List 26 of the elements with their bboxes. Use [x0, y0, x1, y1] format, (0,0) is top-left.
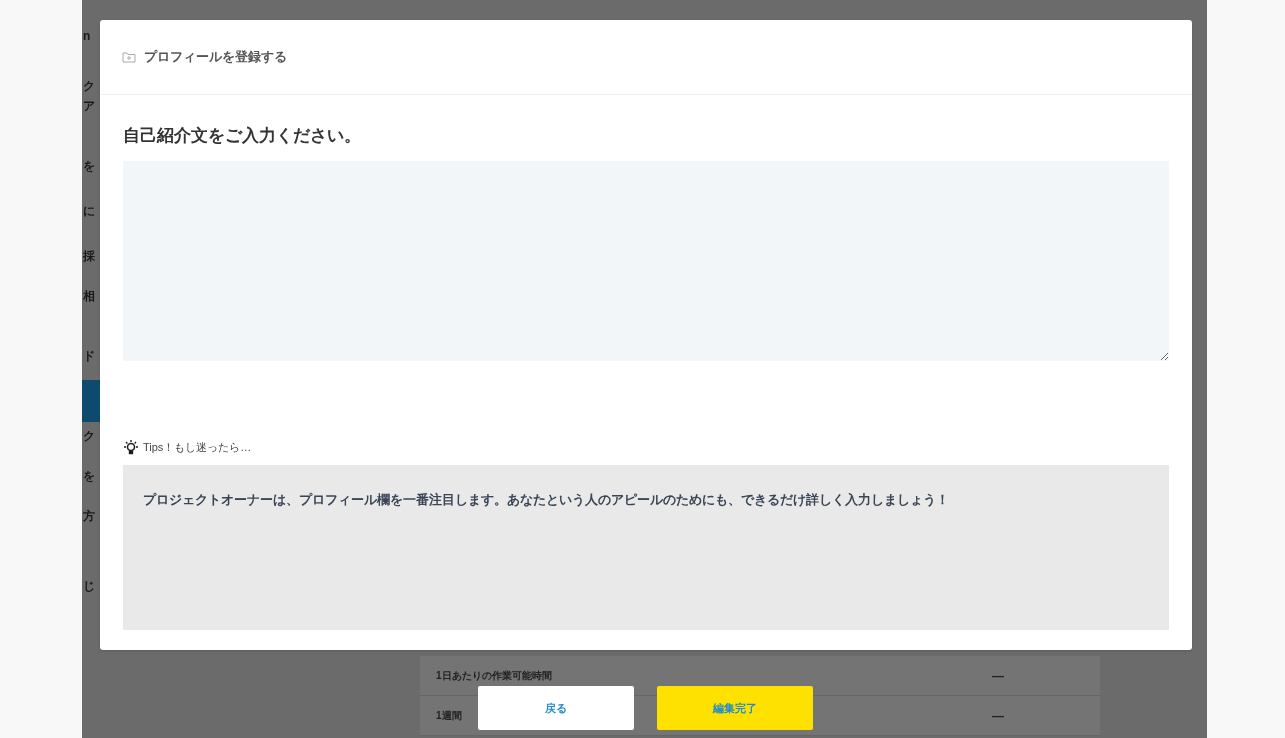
- sidebar-text: ク: [83, 80, 95, 92]
- sidebar-text: 方: [83, 510, 95, 522]
- finish-button[interactable]: 編集完了: [657, 686, 813, 730]
- sidebar-text: n: [83, 30, 91, 42]
- table-cell-text: —: [992, 707, 1004, 725]
- lightbulb-icon: [123, 438, 139, 457]
- sidebar-text: を: [83, 470, 95, 482]
- sidebar-text: ア: [83, 100, 95, 112]
- modal-title: プロフィールを登録する: [144, 48, 287, 67]
- tips-title: Tips！もし迷ったら…: [143, 440, 252, 456]
- sidebar-text: に: [83, 205, 95, 217]
- table-cell-text: —: [992, 667, 1004, 685]
- self-introduction-field[interactable]: [123, 160, 1169, 361]
- tips-text: プロジェクトオーナーは、プロフィール欄を一番注目します。あなたという人のアピールのためにも、できるだけ詳しく入力しましょう！: [143, 491, 949, 507]
- sidebar-highlight: [82, 380, 100, 422]
- sidebar-text: を: [83, 160, 95, 172]
- sidebar-text: ド: [83, 350, 95, 362]
- table-cell-text: 1日あたりの作業可能時間: [436, 669, 552, 683]
- folder-icon: [122, 51, 136, 63]
- sidebar-text: 採: [83, 250, 95, 262]
- table-cell-text: 1週間: [436, 709, 462, 723]
- sidebar-text: 相: [83, 290, 95, 302]
- back-button[interactable]: 戻る: [478, 686, 634, 730]
- sidebar-text: ク: [83, 430, 95, 442]
- section-heading: 自己紹介文をご入力ください。: [123, 125, 362, 147]
- sidebar-text: じ: [83, 580, 95, 592]
